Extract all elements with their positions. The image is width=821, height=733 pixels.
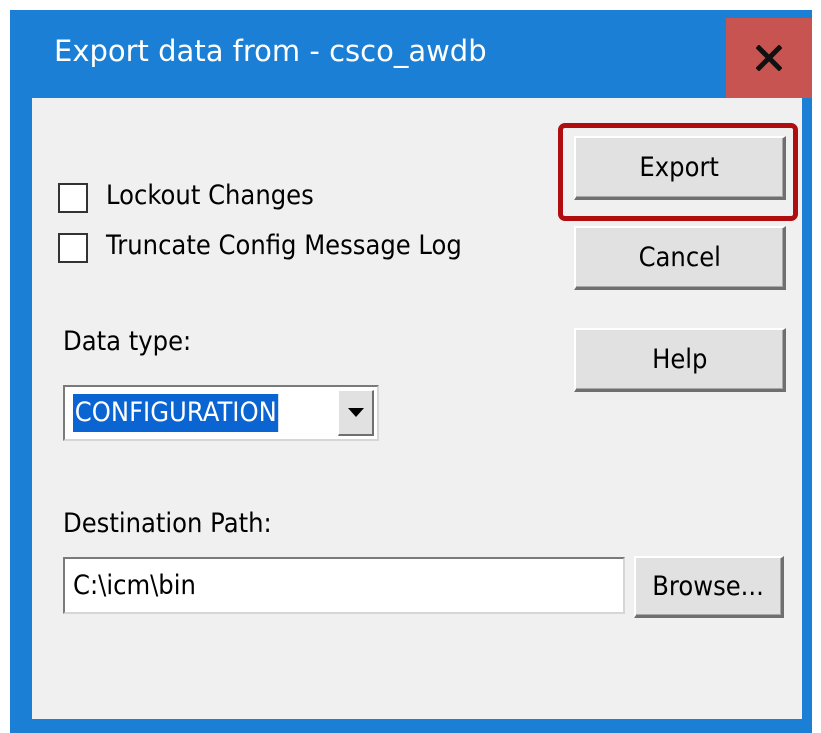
- cancel-button[interactable]: Cancel: [574, 226, 786, 290]
- destination-path-input[interactable]: C:\icm\bin: [63, 557, 625, 614]
- browse-button[interactable]: Browse...: [634, 556, 784, 618]
- data-type-selected-value: CONFIGURATION: [73, 394, 279, 432]
- browse-button-label: Browse...: [652, 571, 765, 602]
- destination-path-label: Destination Path:: [63, 508, 272, 539]
- data-type-label: Data type:: [63, 326, 192, 357]
- help-button-label: Help: [651, 344, 708, 375]
- window-title: Export data from - csco_awdb: [54, 34, 487, 68]
- lockout-changes-checkbox[interactable]: [58, 183, 88, 213]
- chevron-down-icon: [347, 407, 364, 417]
- data-type-select[interactable]: CONFIGURATION: [63, 385, 379, 441]
- help-button[interactable]: Help: [574, 328, 786, 392]
- truncate-log-label[interactable]: Truncate Config Message Log: [106, 230, 462, 261]
- title-bar[interactable]: Export data from - csco_awdb: [10, 10, 812, 98]
- lockout-changes-label[interactable]: Lockout Changes: [106, 180, 314, 211]
- close-button[interactable]: [726, 18, 812, 98]
- export-dialog: Export data from - csco_awdb Lockout Cha…: [10, 10, 812, 733]
- destination-path-value: C:\icm\bin: [73, 570, 196, 601]
- export-highlight-box: [558, 123, 798, 221]
- dropdown-arrow-button[interactable]: [338, 390, 374, 436]
- close-icon: [756, 45, 782, 71]
- truncate-log-checkbox[interactable]: [58, 233, 88, 263]
- dialog-body: Lockout Changes Truncate Config Message …: [32, 98, 802, 719]
- cancel-button-label: Cancel: [638, 242, 721, 273]
